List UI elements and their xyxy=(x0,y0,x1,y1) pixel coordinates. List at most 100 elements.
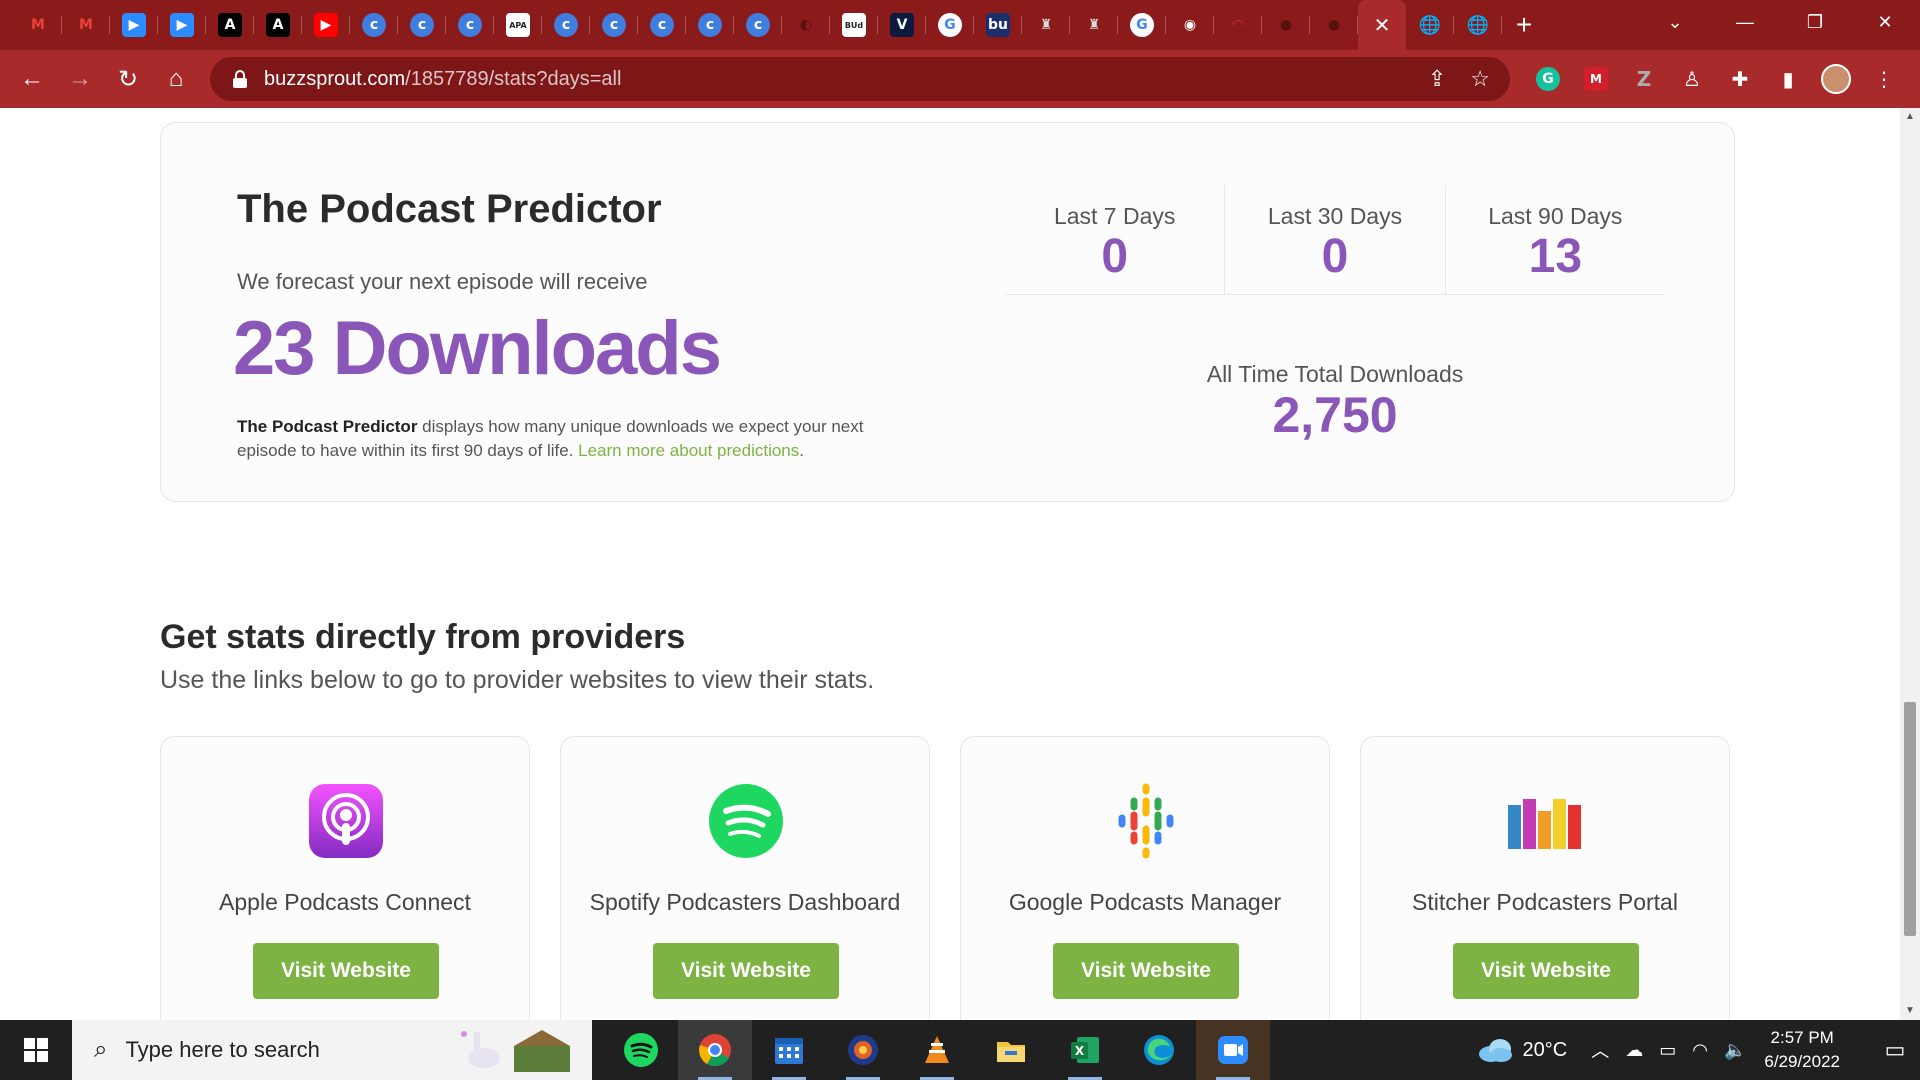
restore-icon[interactable]: ❐ xyxy=(1780,12,1850,33)
visit-website-button[interactable]: Visit Website xyxy=(653,943,839,999)
browser-tab[interactable]: ◐ xyxy=(782,0,830,50)
wifi-icon[interactable]: ◠ xyxy=(1692,1040,1708,1061)
back-icon[interactable]: ← xyxy=(8,50,56,108)
google-podcasts-icon xyxy=(1108,783,1184,859)
predictor-desc-end: . xyxy=(799,441,804,460)
grammarly-icon[interactable]: G xyxy=(1530,61,1566,97)
browser-tab[interactable]: c xyxy=(686,0,734,50)
visit-website-button[interactable]: Visit Website xyxy=(1053,943,1239,999)
lock-icon[interactable] xyxy=(232,70,248,88)
stat-value: 2,750 xyxy=(1272,387,1398,443)
browser-tab[interactable]: bu xyxy=(974,0,1022,50)
visit-website-button[interactable]: Visit Website xyxy=(1453,943,1639,999)
browser-tab[interactable]: V xyxy=(878,0,926,50)
calendar-taskbar-icon[interactable] xyxy=(752,1020,826,1080)
tab-close-icon[interactable]: ✕ xyxy=(1374,13,1391,38)
vlc-taskbar-icon[interactable] xyxy=(900,1020,974,1080)
browser-tab[interactable]: ♜ xyxy=(1070,0,1118,50)
share-icon[interactable]: ⇪ xyxy=(1428,66,1446,92)
weather-widget[interactable]: 20°C xyxy=(1477,1037,1567,1063)
scroll-up-arrow-icon[interactable]: ▲ xyxy=(1900,108,1920,126)
browser-tab[interactable]: ♜ xyxy=(1022,0,1070,50)
file-explorer-taskbar-icon[interactable] xyxy=(974,1020,1048,1080)
page-scrollbar[interactable]: ▲ ▼ xyxy=(1900,108,1920,1020)
search-placeholder: Type here to search xyxy=(125,1037,320,1062)
edge-taskbar-icon[interactable] xyxy=(1122,1020,1196,1080)
chrome-taskbar-icon[interactable] xyxy=(678,1020,752,1080)
browser-tab[interactable]: 🌐 xyxy=(1406,0,1454,50)
browser-tab[interactable]: ▶ xyxy=(110,0,158,50)
browser-tab[interactable]: c xyxy=(398,0,446,50)
browser-tab[interactable]: c xyxy=(734,0,782,50)
browser-tab[interactable]: ◉ xyxy=(1166,0,1214,50)
browser-tab[interactable]: A xyxy=(254,0,302,50)
c-circle-icon: c xyxy=(650,13,674,37)
chevron-up-icon[interactable]: ︿ xyxy=(1591,1037,1609,1063)
browser-tab[interactable]: G xyxy=(926,0,974,50)
minimize-icon[interactable]: — xyxy=(1710,12,1780,33)
stat-label: Last 30 Days xyxy=(1267,203,1403,229)
browser-tab[interactable]: c xyxy=(446,0,494,50)
reload-icon[interactable]: ↻ xyxy=(104,50,152,108)
url-text[interactable]: buzzsprout.com/1857789/stats?days=all xyxy=(264,68,621,91)
provider-name: Google Podcasts Manager xyxy=(1008,889,1282,915)
side-panel-icon[interactable]: ▮ xyxy=(1770,61,1806,97)
browser-tab[interactable]: ● xyxy=(1310,0,1358,50)
windows-start-icon[interactable] xyxy=(0,1020,72,1080)
browser-tab[interactable]: c xyxy=(350,0,398,50)
zotero-icon[interactable]: Z xyxy=(1626,61,1662,97)
zoom-taskbar-icon[interactable] xyxy=(1196,1020,1270,1080)
onedrive-cloud-icon[interactable]: ☁ xyxy=(1625,1040,1643,1061)
browser-tab[interactable]: APA xyxy=(494,0,542,50)
providers-heading: Get stats directly from providers xyxy=(160,618,686,656)
globe-icon: 🌐 xyxy=(1466,14,1490,36)
scroll-thumb[interactable] xyxy=(1904,702,1916,936)
browser-tab[interactable]: c xyxy=(590,0,638,50)
excel-taskbar-icon[interactable]: X xyxy=(1048,1020,1122,1080)
person-extension-icon[interactable]: ♙ xyxy=(1674,61,1710,97)
browser-tab[interactable]: G xyxy=(1118,0,1166,50)
bookmark-star-icon[interactable]: ☆ xyxy=(1470,66,1490,92)
browser-tab[interactable]: M xyxy=(62,0,110,50)
puzzle-extensions-icon[interactable]: ✚ xyxy=(1722,61,1758,97)
home-icon[interactable]: ⌂ xyxy=(152,50,200,108)
active-browser-tab[interactable]: ✕ xyxy=(1358,0,1406,50)
browser-tab[interactable]: c xyxy=(542,0,590,50)
browser-tab[interactable]: c xyxy=(638,0,686,50)
browser-tab[interactable]: ▶ xyxy=(158,0,206,50)
browser-tab[interactable]: ● xyxy=(1262,0,1310,50)
app-taskbar-icon[interactable] xyxy=(826,1020,900,1080)
browser-tab[interactable]: M xyxy=(14,0,62,50)
mendeley-icon[interactable]: M xyxy=(1578,61,1614,97)
spotify-taskbar-icon[interactable] xyxy=(604,1020,678,1080)
browser-tab[interactable]: ◠ xyxy=(1214,0,1262,50)
notification-center-icon[interactable]: ▭ xyxy=(1870,1020,1920,1080)
tab-search-icon[interactable]: ⌄ xyxy=(1640,12,1710,33)
stat-label: All Time Total Downloads xyxy=(1206,361,1464,387)
close-window-icon[interactable]: ✕ xyxy=(1850,12,1920,33)
profile-avatar[interactable] xyxy=(1818,61,1854,97)
system-tray: 20°C ︿ ☁ ▭ ◠ 🔈 2:57 PM 6/29/2022 ▭ xyxy=(1477,1020,1920,1080)
menu-kebab-icon[interactable]: ⋮ xyxy=(1866,61,1902,97)
browser-tab[interactable]: ▶ xyxy=(302,0,350,50)
forward-icon[interactable]: → xyxy=(56,50,104,108)
taskbar-search[interactable]: ⌕ Type here to search xyxy=(72,1020,592,1080)
new-tab-button[interactable]: + xyxy=(1502,0,1546,50)
volume-icon[interactable]: 🔈 xyxy=(1724,1040,1746,1061)
stats-grid: Last 7 Days 0 Last 30 Days 0 Last 90 Day… xyxy=(1005,185,1665,295)
learn-more-link[interactable]: Learn more about predictions xyxy=(578,441,799,460)
crest-icon: ♜ xyxy=(1039,17,1053,33)
browser-tab[interactable]: A xyxy=(206,0,254,50)
battery-icon[interactable]: ▭ xyxy=(1659,1040,1676,1061)
browser-tab[interactable]: BUd xyxy=(830,0,878,50)
browser-tab[interactable]: 🌐 xyxy=(1454,0,1502,50)
scroll-down-arrow-icon[interactable]: ▼ xyxy=(1900,1002,1920,1020)
visit-website-button[interactable]: Visit Website xyxy=(253,943,439,999)
chrome-icon: ◉ xyxy=(1183,17,1197,33)
address-bar[interactable]: buzzsprout.com/1857789/stats?days=all ⇪ … xyxy=(210,57,1510,101)
predictor-desc-bold: The Podcast Predictor xyxy=(237,417,418,436)
font-a-icon: A xyxy=(218,13,242,37)
search-icon: ⌕ xyxy=(94,1036,108,1063)
omnibox-actions: ⇪ ☆ xyxy=(1428,57,1490,101)
taskbar-clock[interactable]: 2:57 PM 6/29/2022 xyxy=(1764,1026,1840,1074)
